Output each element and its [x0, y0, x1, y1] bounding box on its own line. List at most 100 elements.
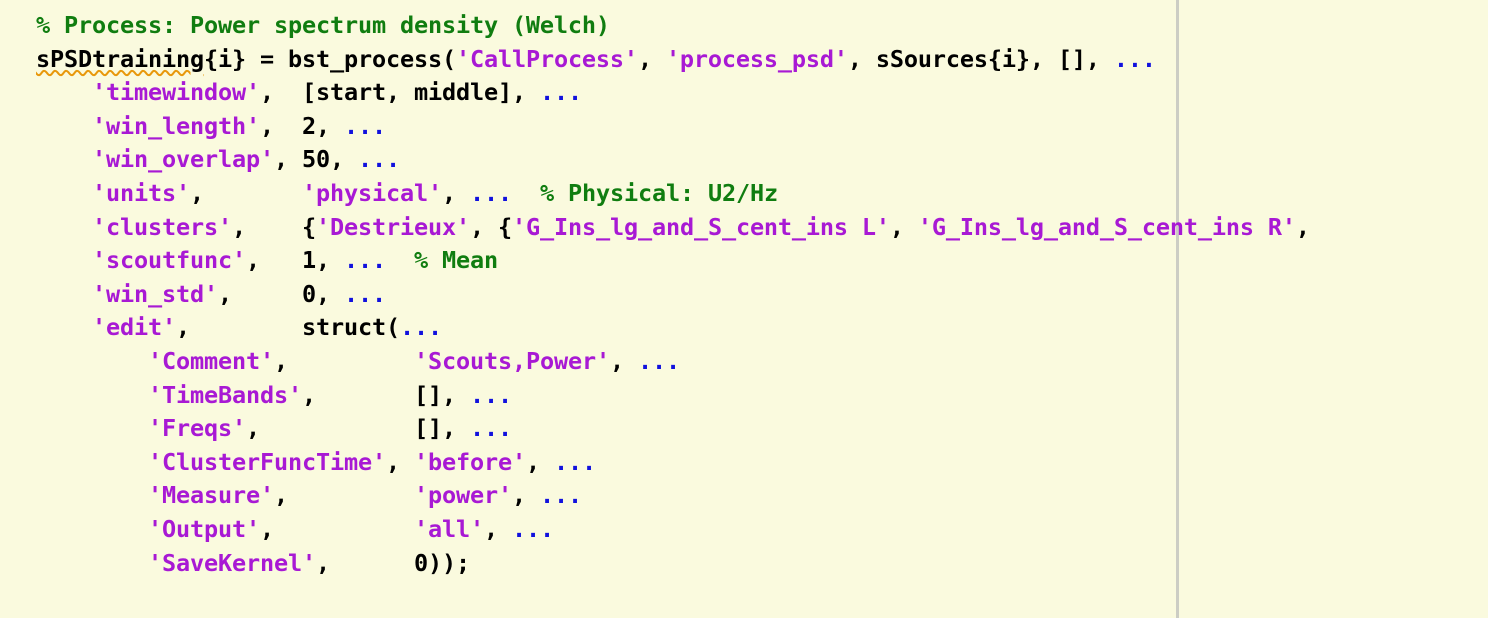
- code-token-string: 'all': [413, 514, 484, 543]
- code-line[interactable]: 'Freqs', [], ...: [36, 412, 1310, 446]
- code-token-comment: % Physical: U2/Hz: [539, 178, 778, 207]
- code-token-plain: ,: [1295, 212, 1310, 241]
- code-line[interactable]: 'ClusterFuncTime', 'before', ...: [36, 446, 1310, 480]
- code-token-continuation: ...: [343, 111, 386, 140]
- code-token-plain: , 0,: [217, 279, 344, 308]
- code-editor-pane[interactable]: % Process: Power spectrum density (Welch…: [0, 0, 1488, 618]
- code-token-plain: , [],: [301, 380, 470, 409]
- code-line[interactable]: 'win_std', 0, ...: [36, 278, 1310, 312]
- code-token-continuation: ...: [469, 414, 512, 443]
- code-token-plain: ,: [637, 44, 666, 73]
- code-token-comment: % Mean: [413, 246, 498, 275]
- code-token-string: 'CallProcess': [455, 44, 638, 73]
- code-token-plain: , [start, middle],: [259, 78, 540, 107]
- code-token-string: 'Destrieux': [315, 212, 470, 241]
- code-token-string: 'win_overlap': [92, 145, 274, 174]
- code-line[interactable]: sPSDtraining{i} = bst_process('CallProce…: [36, 43, 1310, 77]
- code-token-string: 'process_psd': [665, 44, 848, 73]
- code-token-plain: ,: [385, 447, 414, 476]
- code-token-string: 'win_std': [92, 279, 218, 308]
- code-token-string: 'power': [413, 481, 512, 510]
- code-token-continuation: ...: [637, 346, 680, 375]
- code-token-continuation: ...: [539, 481, 582, 510]
- code-line[interactable]: 'edit', struct(...: [36, 311, 1310, 345]
- code-token-string: 'Output': [148, 514, 260, 543]
- code-line[interactable]: 'win_overlap', 50, ...: [36, 143, 1310, 177]
- code-line[interactable]: 'win_length', 2, ...: [36, 110, 1310, 144]
- code-token-string: 'scoutfunc': [92, 246, 246, 275]
- code-token-plain: , {: [231, 212, 316, 241]
- code-token-continuation: ...: [343, 246, 386, 275]
- code-token-plain: , {: [469, 212, 512, 241]
- code-token-continuation: ...: [343, 279, 386, 308]
- code-token-plain: , struct(: [176, 313, 400, 342]
- code-token-plain: ,: [260, 514, 414, 543]
- code-token-plain: ,: [483, 514, 512, 543]
- code-token-string: 'edit': [92, 313, 176, 342]
- code-token-string: 'timewindow': [92, 78, 260, 107]
- code-token-string: 'ClusterFuncTime': [148, 447, 386, 476]
- code-token-string: 'Measure': [148, 481, 274, 510]
- code-line[interactable]: 'timewindow', [start, middle], ...: [36, 76, 1310, 110]
- code-line[interactable]: 'Comment', 'Scouts,Power', ...: [36, 345, 1310, 379]
- code-token-plain: , sSources{i}, [],: [847, 44, 1114, 73]
- code-line[interactable]: 'TimeBands', [], ...: [36, 379, 1310, 413]
- code-text-area[interactable]: % Process: Power spectrum density (Welch…: [36, 9, 1310, 580]
- code-token-plain: ,: [441, 178, 470, 207]
- code-token-string: 'physical': [302, 178, 442, 207]
- code-line[interactable]: 'clusters', {'Destrieux', {'G_Ins_lg_and…: [36, 211, 1310, 245]
- code-token-continuation: ...: [539, 78, 582, 107]
- code-token-string: 'SaveKernel': [148, 548, 316, 577]
- code-token-plain: ,: [273, 481, 414, 510]
- code-token-plain: , 50,: [273, 145, 358, 174]
- code-token-plain: ,: [889, 212, 918, 241]
- code-token-continuation: ...: [1113, 44, 1156, 73]
- code-token-plain: ,: [273, 346, 414, 375]
- code-token-plain: , 1,: [245, 246, 344, 275]
- code-token-continuation: ...: [511, 514, 554, 543]
- code-line[interactable]: 'units', 'physical', ... % Physical: U2/…: [36, 177, 1310, 211]
- code-token-continuation: ...: [469, 380, 512, 409]
- code-token-continuation: ...: [469, 178, 512, 207]
- code-token-string: 'G_Ins_lg_and_S_cent_ins R': [917, 212, 1296, 241]
- code-token-plain: ,: [525, 447, 554, 476]
- code-token-continuation: ...: [553, 447, 596, 476]
- code-token-continuation: ...: [399, 313, 442, 342]
- code-token-plain: ,: [511, 481, 540, 510]
- code-line[interactable]: 'SaveKernel', 0));: [36, 547, 1310, 581]
- code-token-plain: ,: [190, 178, 302, 207]
- code-line[interactable]: % Process: Power spectrum density (Welch…: [36, 9, 1310, 43]
- code-token-plain: ,: [609, 346, 638, 375]
- code-token-string: 'Scouts,Power': [413, 346, 610, 375]
- code-token-string: 'Comment': [148, 346, 274, 375]
- code-token-plain: {i} = bst_process(: [203, 44, 456, 73]
- code-token-continuation: ...: [357, 145, 400, 174]
- code-token-plain: , 0));: [315, 548, 470, 577]
- code-token-string: 'win_length': [92, 111, 260, 140]
- code-token-string: 'clusters': [92, 212, 232, 241]
- code-line[interactable]: 'Output', 'all', ...: [36, 513, 1310, 547]
- code-token-warning: sPSDtraining: [36, 44, 204, 73]
- code-token-string: 'Freqs': [148, 414, 246, 443]
- code-token-string: 'units': [92, 178, 190, 207]
- code-token-string: 'G_Ins_lg_and_S_cent_ins L': [511, 212, 890, 241]
- code-line[interactable]: 'Measure', 'power', ...: [36, 479, 1310, 513]
- code-token-plain: , 2,: [259, 111, 344, 140]
- code-line[interactable]: 'scoutfunc', 1, ... % Mean: [36, 244, 1310, 278]
